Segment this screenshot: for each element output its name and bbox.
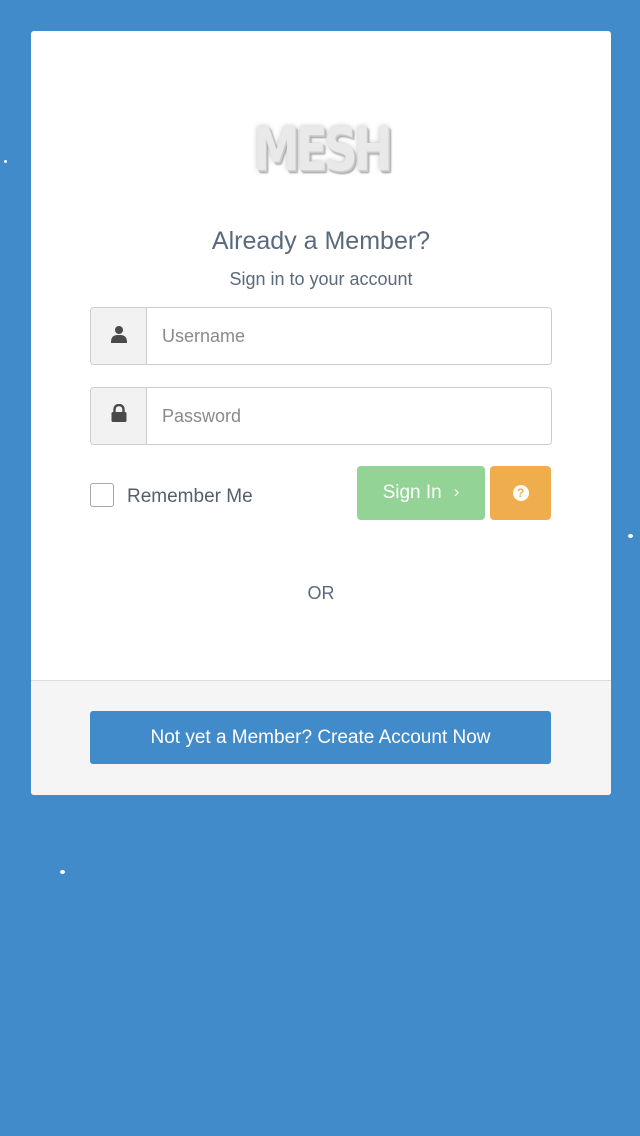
remember-me-label[interactable]: Remember Me: [127, 486, 253, 508]
password-input-group: [90, 387, 552, 445]
page-title: Already a Member?: [211, 227, 431, 255]
background-speck: [60, 870, 65, 874]
remember-me-checkbox[interactable]: [90, 483, 114, 507]
help-button[interactable]: ?: [490, 466, 551, 520]
username-input-group: [90, 307, 552, 365]
password-addon: [91, 388, 147, 444]
page-subtitle: Sign in to your account: [229, 269, 413, 289]
remember-me: Remember Me: [90, 483, 253, 507]
lock-icon: [110, 403, 128, 428]
mesh-logo: MESH: [253, 115, 393, 185]
sign-in-button[interactable]: Sign In ›: [357, 466, 485, 520]
card-footer: Not yet a Member? Create Account Now: [31, 680, 611, 795]
background-speck: [628, 534, 633, 538]
password-input[interactable]: [147, 388, 551, 444]
create-account-button[interactable]: Not yet a Member? Create Account Now: [90, 711, 551, 764]
username-addon: [91, 308, 147, 364]
or-divider: OR: [307, 583, 335, 603]
question-circle-icon: ?: [512, 485, 529, 501]
username-input[interactable]: [147, 308, 551, 364]
sign-in-label: Sign In: [382, 482, 442, 503]
background-speck: [4, 160, 7, 163]
chevron-right-icon: ›: [453, 482, 460, 501]
user-icon: [110, 325, 128, 348]
login-card: MESH Already a Member? Sign in to your a…: [31, 31, 611, 795]
